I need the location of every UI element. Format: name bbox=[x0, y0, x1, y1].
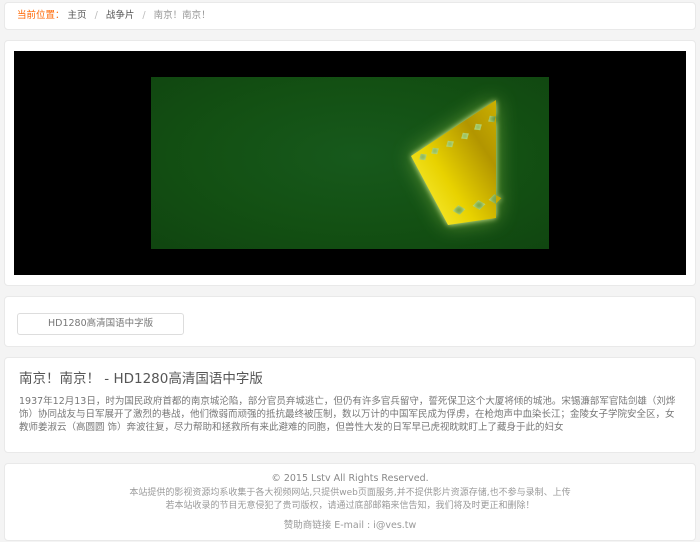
breadcrumb-link-war-category[interactable]: 战争片 bbox=[106, 10, 135, 21]
breadcrumb: 当前位置： 主页 / 战争片 / 南京！南京！ bbox=[4, 2, 696, 30]
movie-description: 1937年12月13日，时为国民政府首都的南京城沦陷，部分官员弃城逃亡，但仍有许… bbox=[19, 396, 676, 433]
footer-sponsor-email: 赞助商链接 E-mail : i@ves.tw bbox=[283, 520, 417, 531]
breadcrumb-prefix-label: 当前位置： bbox=[17, 10, 65, 21]
breadcrumb-current-page: 南京！南京！ bbox=[153, 10, 211, 21]
breadcrumb-separator: / bbox=[142, 10, 146, 21]
page-title: 南京！南京！ - HD1280高清国语中字版 bbox=[19, 371, 263, 387]
episode-button-hd1280[interactable]: HD1280高清国语中字版 bbox=[17, 313, 185, 335]
breadcrumb-link-home[interactable]: 主页 bbox=[68, 10, 87, 21]
footer-disclaimer-2: 若本站收录的节目无意侵犯了贵司版权，请通过底部邮箱来信告知，我们将及时更正和删除… bbox=[165, 501, 535, 511]
footer: © 2015 Lstv All Rights Reserved. 本站提供的影视… bbox=[4, 463, 696, 541]
flash-player-placeholder bbox=[151, 77, 549, 249]
film-strip-icon bbox=[411, 100, 502, 225]
footer-copyright: © 2015 Lstv All Rights Reserved. bbox=[271, 473, 429, 484]
movie-detail-panel: 南京！南京！ - HD1280高清国语中字版 1937年12月13日，时为国民政… bbox=[4, 357, 696, 453]
breadcrumb-separator: / bbox=[94, 10, 98, 21]
video-player[interactable] bbox=[14, 51, 686, 275]
video-player-panel bbox=[4, 40, 696, 286]
footer-disclaimer-1: 本站提供的影视资源均系收集于各大视频网站,只提供web页面服务,并不提供影片资源… bbox=[129, 488, 571, 498]
episode-list-panel: HD1280高清国语中字版 bbox=[4, 296, 696, 347]
